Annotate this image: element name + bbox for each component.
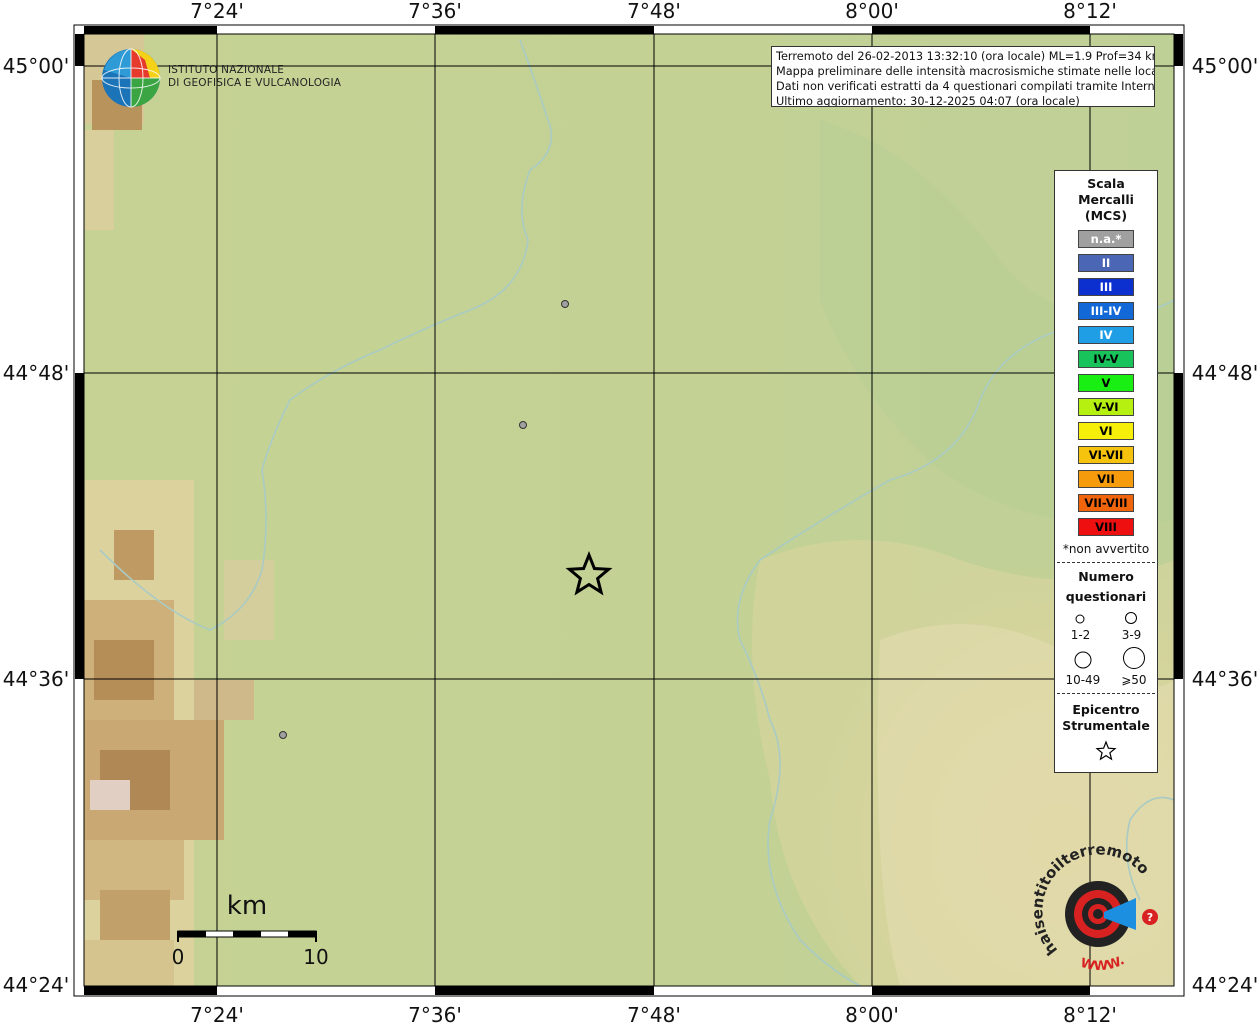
epicenter-title: Strumentale [1062,718,1150,733]
mcs-class-swatch: n.a.* [1078,230,1134,248]
lat-labels-left: 45°00' 44°48' 44°36' 44°24' [3,54,69,997]
lat-label: 44°24' [3,973,69,997]
mcs-scale: n.a.* II III III-IV IV IV-V V V-VI VI VI-VII VII VI… [1055,230,1157,536]
legend: Scala Mercalli (MCS) n.a.* II III III-IV IV I… [1054,170,1158,773]
mcs-class-swatch: II [1078,254,1134,272]
lat-label: 45°00' [3,54,69,78]
mcs-class-swatch: V-VI [1078,398,1134,416]
lon-labels-bottom: 7°24' 7°36' 7°48' 8°00' 8°12' [190,1003,1117,1024]
lon-label: 8°00' [845,1003,899,1024]
lat-label: 44°48' [1192,361,1258,385]
lat-label: 44°24' [1192,973,1258,997]
epicenter-star-icon [1095,740,1117,761]
lat-label: 44°36' [1192,667,1258,691]
mcs-class-swatch: III-IV [1078,302,1134,320]
lon-label: 7°24' [190,0,244,23]
terrain-layer [84,34,1174,986]
mcs-class-swatch: VI [1078,422,1134,440]
event-info-line: Dati non verificati estratti da 4 questi… [776,80,1155,93]
count-title: questionari [1065,589,1147,604]
legend-note: *non avvertito [1062,542,1150,556]
lat-label: 44°36' [3,667,69,691]
observation-point[interactable] [279,731,287,739]
mcs-class-swatch: VIII [1078,518,1134,536]
count-title: Numero [1078,569,1134,584]
lon-labels-top: 7°24' 7°36' 7°48' 8°00' 8°12' [190,0,1117,23]
mcs-class-swatch: IV-V [1078,350,1134,368]
mcs-class-swatch: VI-VII [1078,446,1134,464]
scale-end: 10 [303,945,328,969]
observation-point[interactable] [561,300,569,308]
lon-label: 7°36' [408,0,462,23]
lon-label: 7°48' [627,0,681,23]
count-size-label: 10-49 [1065,673,1101,687]
count-sizes-row: 1-2 3-9 [1055,611,1157,642]
lon-label: 7°36' [408,1003,462,1024]
institution-name: ISTITUTO NAZIONALE DI GEOFISICA E VULCAN… [168,64,341,90]
lat-label: 45°00' [1192,54,1258,78]
lon-label: 8°12' [1063,1003,1117,1024]
epicenter-title: Epicentro [1072,702,1140,717]
mcs-class-swatch: III [1078,278,1134,296]
mcs-class-swatch: IV [1078,326,1134,344]
legend-title: Mercalli [1078,192,1134,207]
scale-unit: km [227,891,267,921]
lat-labels-right: 45°00' 44°48' 44°36' 44°24' [1192,54,1258,997]
observation-point[interactable] [519,421,527,429]
event-info-line: Ultimo aggiornamento: 30-12-2025 04:07 (… [776,95,1080,107]
institution-name-line1: ISTITUTO NAZIONALE [168,64,285,76]
lon-label: 8°12' [1063,0,1117,23]
event-info-box: Terremoto del 26-02-2013 13:32:10 (ora l… [771,46,1155,107]
mcs-class-swatch: VII [1078,470,1134,488]
svg-text:?: ? [1147,911,1153,924]
mcs-class-swatch: VII-VIII [1078,494,1134,512]
lon-label: 7°48' [627,1003,681,1024]
count-size-label: 3-9 [1121,628,1142,642]
count-sizes-row: 10-49 ⩾50 [1055,646,1157,687]
lon-label: 8°00' [845,0,899,23]
legend-title: Scala [1087,176,1125,191]
count-size-label: ⩾50 [1121,673,1147,687]
institution-name-line2: DI GEOFISICA E VULCANOLOGIA [168,77,342,89]
lon-label: 7°24' [190,1003,244,1024]
scale-start: 0 [172,945,185,969]
count-size-label: 1-2 [1070,628,1091,642]
event-info-line: Terremoto del 26-02-2013 13:32:10 (ora l… [776,50,1155,63]
legend-title: (MCS) [1084,208,1128,223]
ingv-globe-logo [101,48,161,108]
event-info-line: Mappa preliminare delle intensità macros… [776,65,1155,78]
lat-label: 44°48' [3,361,69,385]
mcs-class-swatch: V [1078,374,1134,392]
